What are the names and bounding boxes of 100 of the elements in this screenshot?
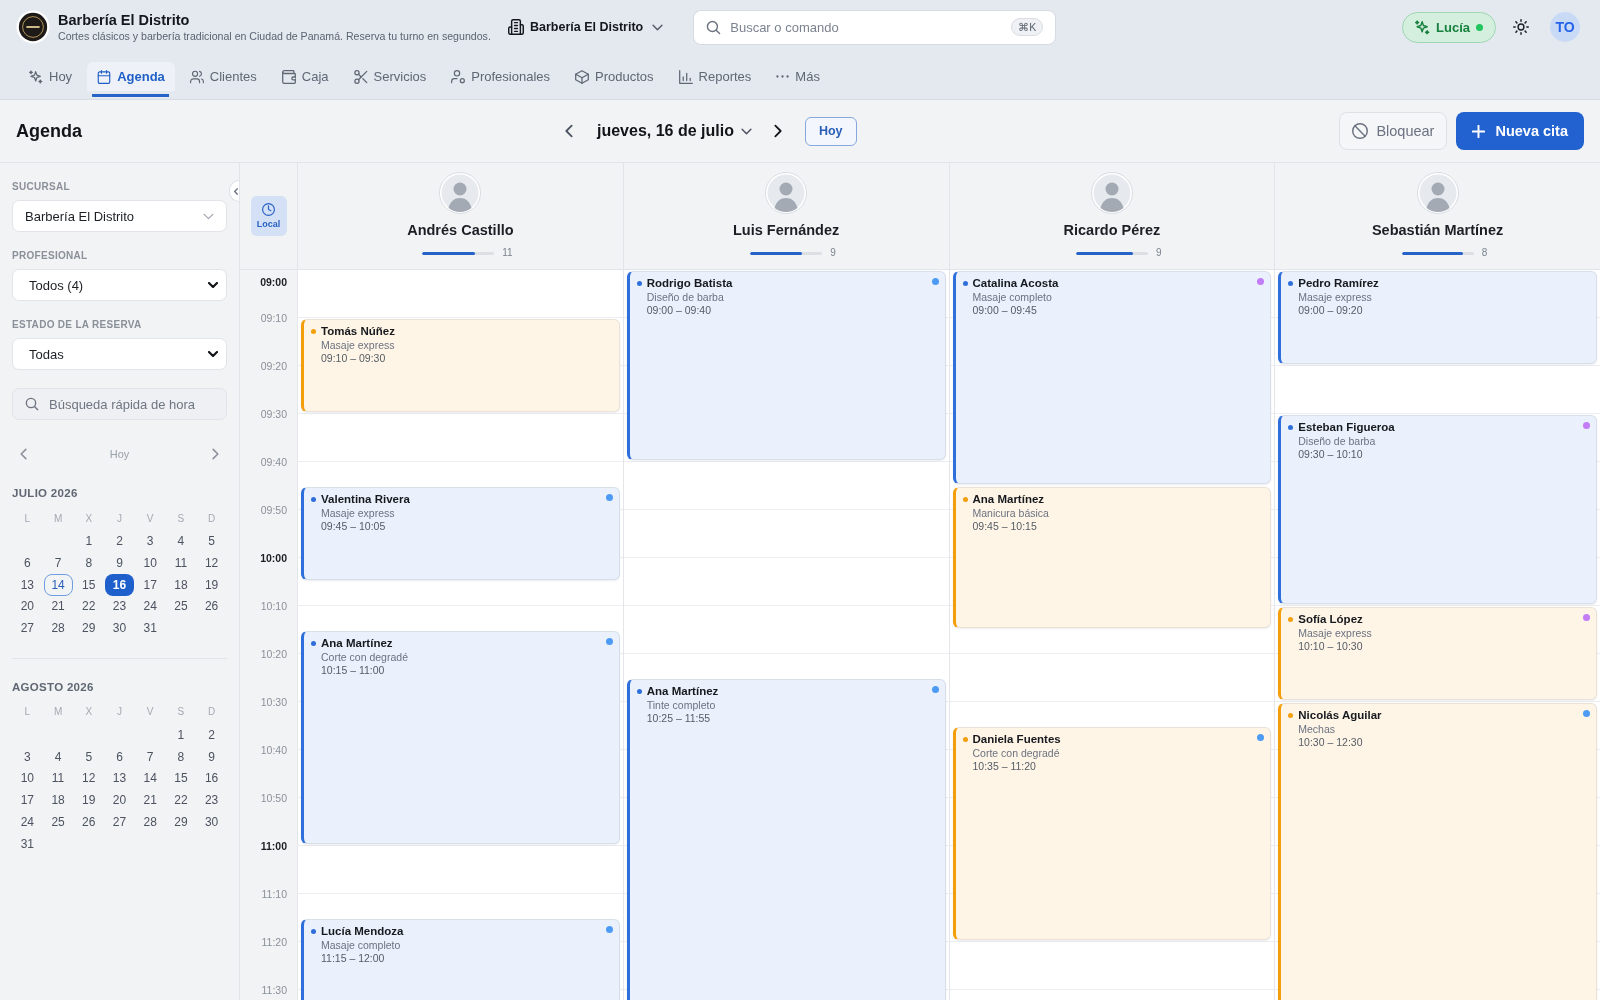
appointment-card[interactable]: Catalina Acosta Masaje completo 09:00 – 09:45 [952, 271, 1272, 484]
nav-tab[interactable]: Hoy [19, 62, 83, 98]
calendar-day[interactable]: 5 [197, 529, 227, 552]
appointment-card[interactable]: Daniela Fuentes Corte con degradé 10:35 – 11:20 [952, 727, 1272, 940]
calendar-day[interactable]: 24 [12, 811, 42, 834]
calendar-day[interactable]: 9 [105, 551, 134, 574]
calendar-day[interactable]: 30 [197, 811, 227, 834]
nav-tab[interactable]: Caja [271, 62, 339, 98]
calendar-day[interactable]: 27 [105, 811, 134, 834]
nav-tab[interactable]: Más [766, 62, 830, 98]
filter-select[interactable]: Todas [12, 338, 227, 370]
sun-icon[interactable] [1513, 19, 1529, 36]
appointment-card[interactable]: Valentina Rivera Masaje express 09:45 – 10:05 [301, 487, 620, 580]
calendar-day[interactable]: 28 [43, 617, 73, 640]
calendar-day[interactable]: 4 [43, 745, 73, 768]
calendar-day[interactable]: 5 [74, 745, 104, 768]
user-avatar[interactable]: TO [1550, 12, 1580, 43]
calendar-day[interactable]: 31 [12, 832, 42, 855]
calendar-day[interactable]: 16 [105, 573, 134, 596]
today-button[interactable]: Hoy [804, 116, 857, 146]
nav-tab[interactable]: Productos [565, 62, 664, 98]
calendar-day[interactable]: 18 [43, 789, 73, 812]
calendar-day[interactable]: 14 [135, 767, 165, 790]
calendar-day[interactable]: 21 [43, 595, 73, 618]
calendar-day[interactable]: 23 [105, 595, 134, 618]
calendar-day[interactable]: 19 [74, 789, 104, 812]
calendar-day[interactable]: 2 [105, 529, 134, 552]
calendar-day[interactable]: 30 [105, 617, 134, 640]
new-appointment-button[interactable]: Nueva cita [1456, 112, 1584, 150]
calendar-day[interactable]: 6 [12, 551, 42, 574]
calendar-day[interactable]: 20 [12, 595, 42, 618]
calendar-day[interactable]: 6 [105, 745, 134, 768]
calendar-day[interactable]: 29 [166, 811, 196, 834]
date-picker-button[interactable]: jueves, 16 de julio [583, 116, 766, 146]
calendar-day[interactable]: 17 [135, 573, 165, 596]
nav-tab[interactable]: Clientes [179, 62, 267, 98]
calendar-day[interactable]: 10 [12, 767, 42, 790]
calendar-day[interactable]: 27 [12, 617, 42, 640]
appointment-card[interactable]: Ana Martínez Corte con degradé 10:15 – 11:00 [301, 631, 620, 844]
appointment-card[interactable]: Pedro Ramírez Masaje express 09:00 – 09:20 [1278, 271, 1597, 364]
calendar-day[interactable]: 13 [105, 767, 134, 790]
calendar-day[interactable]: 7 [43, 551, 73, 574]
calendar-day[interactable]: 21 [135, 789, 165, 812]
appointment-card[interactable]: Ana Martínez Tinte completo 10:25 – 11:55 [626, 679, 946, 1000]
appointment-card[interactable]: Tomás Núñez Masaje express 09:10 – 09:30 [301, 319, 620, 412]
calendar-day[interactable]: 20 [105, 789, 134, 812]
appointment-card[interactable]: Sofía López Masaje express 10:10 – 10:30 [1278, 607, 1597, 700]
appointment-card[interactable]: Rodrigo Batista Diseño de barba 09:00 – 09:40 [626, 271, 946, 460]
nav-tab[interactable]: Servicios [343, 62, 437, 98]
nav-tab[interactable]: Profesionales [441, 62, 561, 98]
calendar-day[interactable]: 1 [74, 529, 104, 552]
calendar-day[interactable]: 13 [12, 573, 42, 596]
calendar-day[interactable]: 8 [166, 745, 196, 768]
calendar-day[interactable]: 15 [74, 573, 104, 596]
calendar-day[interactable]: 14 [43, 573, 73, 596]
calendar-day[interactable]: 4 [166, 529, 196, 552]
appointment-card[interactable]: Ana Martínez Manicura básica 09:45 – 10:15 [952, 487, 1272, 628]
appointment-card[interactable]: Nicolás Aguilar Mechas 10:30 – 12:30 [1278, 703, 1597, 1000]
calendar-day[interactable]: 18 [166, 573, 196, 596]
calendar-day[interactable]: 17 [12, 789, 42, 812]
calendar-day[interactable]: 10 [135, 551, 165, 574]
calendar-day[interactable]: 23 [197, 789, 227, 812]
calendar-day[interactable]: 1 [166, 723, 196, 746]
timezone-toggle[interactable]: Local [250, 196, 287, 236]
time-search-field[interactable]: Búsqueda rápida de hora [12, 388, 227, 420]
calendar-day[interactable]: 9 [197, 745, 227, 768]
nav-tab[interactable]: Reportes [668, 62, 762, 98]
calendar-day[interactable]: 29 [74, 617, 104, 640]
filter-select[interactable]: Todos (4) [12, 269, 227, 301]
calendar-day[interactable]: 15 [166, 767, 196, 790]
calendar-day[interactable]: 12 [197, 551, 227, 574]
calendar-day[interactable]: 19 [197, 573, 227, 596]
calendar-day[interactable]: 11 [43, 767, 73, 790]
calendar-day[interactable]: 26 [74, 811, 104, 834]
calendar-day[interactable]: 3 [135, 529, 165, 552]
location-dropdown[interactable]: Barbería El Distrito [508, 12, 664, 43]
chevron-left-icon[interactable] [565, 124, 573, 138]
calendar-day[interactable]: 12 [74, 767, 104, 790]
calendar-day[interactable]: 3 [12, 745, 42, 768]
calendar-day[interactable]: 11 [166, 551, 196, 574]
appointment-card[interactable]: Esteban Figueroa Diseño de barba 09:30 – 10:10 [1278, 415, 1597, 604]
calendar-day[interactable]: 24 [135, 595, 165, 618]
calendar-day[interactable]: 25 [166, 595, 196, 618]
block-time-button[interactable]: Bloquear [1339, 112, 1448, 150]
calendar-day[interactable]: 25 [43, 811, 73, 834]
search-field[interactable]: Buscar o comando ⌘K [693, 9, 1057, 45]
calendar-day[interactable]: 28 [135, 811, 165, 834]
assistant-button[interactable]: Lucía [1402, 11, 1496, 43]
appointment-card[interactable]: Lucía Mendoza Masaje completo 11:15 – 12:00 [301, 919, 620, 1000]
calendar-day[interactable]: 16 [197, 767, 227, 790]
calendar-day[interactable]: 2 [197, 723, 227, 746]
calendar-day[interactable]: 7 [135, 745, 165, 768]
calendar-day[interactable]: 26 [197, 595, 227, 618]
calendar-day[interactable]: 22 [74, 595, 104, 618]
nav-tab[interactable]: Agenda [87, 62, 175, 98]
filter-select[interactable]: Barbería El Distrito [12, 200, 227, 232]
calendar-day[interactable]: 8 [74, 551, 104, 574]
calendar-day[interactable]: 31 [135, 617, 165, 640]
calendar-day[interactable]: 22 [166, 789, 196, 812]
chevron-right-icon[interactable] [773, 124, 782, 138]
